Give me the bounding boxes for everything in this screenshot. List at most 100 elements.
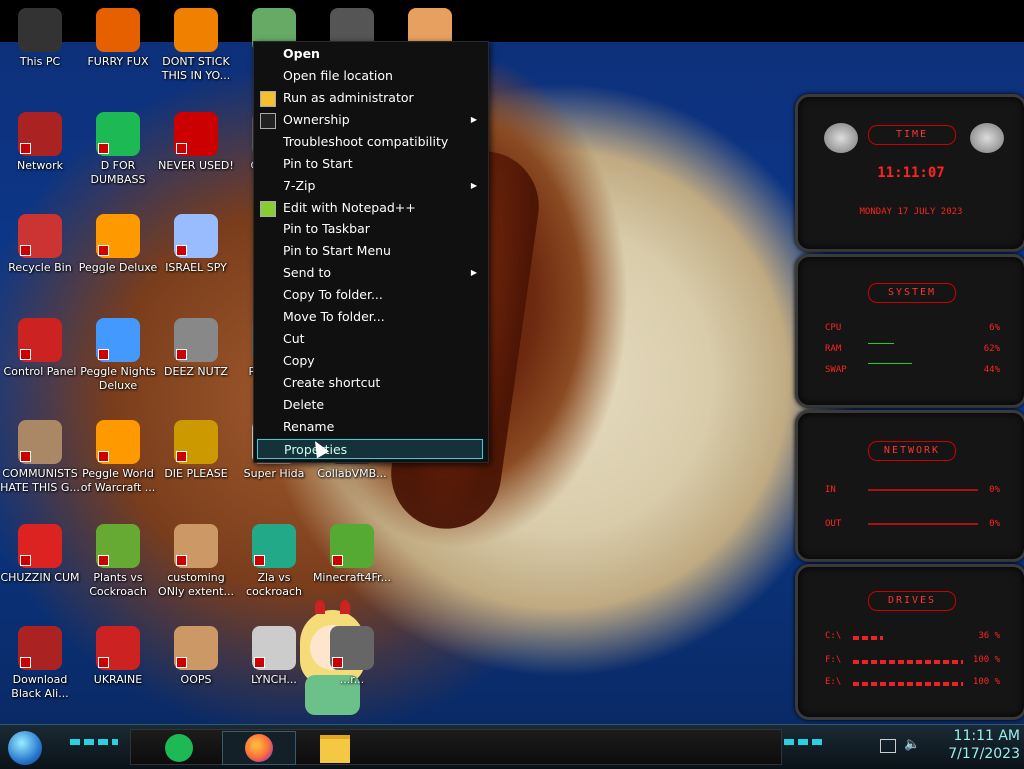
- desktop-icon-label: Download Black Ali...: [11, 673, 69, 700]
- menu-item-label: Edit with Notepad++: [283, 200, 416, 215]
- start-button[interactable]: [8, 731, 42, 765]
- menu-item-7-zip[interactable]: 7-Zip ▶: [257, 176, 483, 196]
- desktop-icon[interactable]: DEEZ NUTZ: [156, 318, 236, 379]
- menu-item-open-file-location[interactable]: Open file location: [257, 66, 483, 86]
- time-widget: TIME 11:11:07 MONDAY 17 JULY 2023: [795, 94, 1024, 252]
- menu-item-send-to[interactable]: Send to ▶: [257, 263, 483, 283]
- desktop-icon-label: ...r...: [339, 673, 365, 686]
- desktop-icon[interactable]: UKRAINE: [78, 626, 158, 687]
- portrait-icon: [174, 626, 218, 670]
- volume-icon[interactable]: 🔈: [904, 737, 920, 752]
- drive-e-bar: [853, 682, 963, 686]
- alienware-icon: [18, 112, 62, 156]
- shortcut-overlay-icon: [176, 451, 187, 462]
- menu-item-label: Open: [283, 46, 320, 61]
- menu-item-label: Delete: [283, 397, 325, 412]
- desktop-icon[interactable]: FURRY FUX: [78, 8, 158, 69]
- desktop-icon[interactable]: LYNCH...: [234, 626, 314, 687]
- drive-c-label: C:\: [825, 631, 842, 641]
- desktop-icon[interactable]: COMMUNISTS HATE THIS G...: [0, 420, 80, 495]
- desktop-icon-label: CollabVMB...: [317, 467, 387, 480]
- desktop-icon-label: Recycle Bin: [8, 261, 72, 274]
- desktop-icon[interactable]: Peggle Nights Deluxe: [78, 318, 158, 393]
- submenu-arrow-icon: ▶: [470, 115, 477, 124]
- desktop-icon[interactable]: CHUZZIN CUM: [0, 524, 80, 585]
- desktop-icon[interactable]: Peggle World of Warcraft ...: [78, 420, 158, 495]
- menu-item-copy[interactable]: Copy: [257, 351, 483, 371]
- desktop-icon[interactable]: Zla vs cockroach: [234, 524, 314, 599]
- network-tray-icon[interactable]: [880, 739, 896, 753]
- alien-head-icon: [824, 123, 858, 153]
- menu-item-label: Ownership: [283, 112, 350, 127]
- minecraft-icon: [330, 524, 374, 568]
- cpu-value: 6%: [989, 323, 1000, 333]
- shortcut-overlay-icon: [176, 143, 187, 154]
- plants-icon: [96, 524, 140, 568]
- desktop-icon[interactable]: ISRAEL SPY: [156, 214, 236, 275]
- firefox-icon: [245, 734, 273, 762]
- desktop-icon[interactable]: DIE PLEASE: [156, 420, 236, 481]
- desktop-icon[interactable]: Network: [0, 112, 80, 173]
- desktop-icon[interactable]: Control Panel: [0, 318, 80, 379]
- desktop-icon[interactable]: ...r...: [312, 626, 392, 687]
- clock[interactable]: 11:11 AM 7/17/2023: [930, 727, 1020, 763]
- context-menu: Open Open file location Run as administrat…: [253, 41, 489, 463]
- desktop-icon[interactable]: Peggle Deluxe: [78, 214, 158, 275]
- submenu-arrow-icon: ▶: [470, 268, 477, 277]
- shortcut-overlay-icon: [98, 555, 109, 566]
- alienware-icon: [18, 626, 62, 670]
- taskbar: 🔈 11:11 AM 7/17/2023: [0, 724, 1024, 769]
- menu-item-label: Create shortcut: [283, 375, 381, 390]
- menu-item-pin-to-start-menu[interactable]: Pin to Start Menu: [257, 241, 483, 261]
- desktop-icon-label: UKRAINE: [93, 673, 143, 686]
- firefox-taskbar-button[interactable]: [222, 731, 296, 765]
- shortcut-overlay-icon: [176, 349, 187, 360]
- desktop-icon-label: OOPS: [180, 673, 212, 686]
- menu-item-properties[interactable]: Properties: [257, 439, 483, 459]
- desktop-icon[interactable]: D FOR DUMBASS: [78, 112, 158, 187]
- swap-bar: [868, 363, 912, 364]
- taskbar-deco-left: [70, 739, 118, 745]
- desktop-icon[interactable]: Plants vs Cockroach: [78, 524, 158, 599]
- menu-item-pin-to-taskbar[interactable]: Pin to Taskbar: [257, 219, 483, 239]
- menu-item-ownership[interactable]: Ownership ▶: [257, 110, 483, 130]
- menu-item-create-shortcut[interactable]: Create shortcut: [257, 373, 483, 393]
- menu-item-pin-to-start[interactable]: Pin to Start: [257, 154, 483, 174]
- menu-item-troubleshoot-compatibility[interactable]: Troubleshoot compatibility: [257, 132, 483, 152]
- desktop-icon[interactable]: NEVER USED!: [156, 112, 236, 173]
- menu-item-label: Move To folder...: [283, 309, 385, 324]
- desktop-icon[interactable]: Recycle Bin: [0, 214, 80, 275]
- menu-item-copy-to-folder[interactable]: Copy To folder...: [257, 285, 483, 305]
- menu-item-run-as-administrator[interactable]: Run as administrator: [257, 88, 483, 108]
- menu-item-cut[interactable]: Cut: [257, 329, 483, 349]
- menu-item-label: 7-Zip: [283, 178, 316, 193]
- menu-item-delete[interactable]: Delete: [257, 395, 483, 415]
- desktop-icon[interactable]: DONT STICK THIS IN YO...: [156, 8, 236, 83]
- menu-item-rename[interactable]: Rename: [257, 417, 483, 437]
- desktop-icon[interactable]: Download Black Ali...: [0, 626, 80, 701]
- drive-e-label: E:\: [825, 677, 842, 687]
- desktop-icon[interactable]: Minecraft4Fr...: [312, 524, 392, 585]
- shortcut-overlay-icon: [98, 349, 109, 360]
- desktop-icon-label: FURRY FUX: [87, 55, 149, 68]
- file-explorer-taskbar-button[interactable]: [318, 733, 352, 763]
- spotify-taskbar-button[interactable]: [162, 733, 196, 763]
- shortcut-overlay-icon: [176, 657, 187, 668]
- drive-f-value: 100 %: [972, 655, 1000, 665]
- desktop-icon-label: NEVER USED!: [158, 159, 234, 172]
- menu-item-move-to-folder[interactable]: Move To folder...: [257, 307, 483, 327]
- clock-date: 7/17/2023: [948, 746, 1020, 762]
- net-out-label: OUT: [825, 519, 842, 529]
- desktop-icon[interactable]: customing ONly extent...: [156, 524, 236, 599]
- desktop-icon[interactable]: OOPS: [156, 626, 236, 687]
- shortcut-overlay-icon: [20, 245, 31, 256]
- firefox-icon: [96, 8, 140, 52]
- menu-item-open[interactable]: Open: [257, 44, 483, 64]
- menu-item-label: Troubleshoot compatibility: [283, 134, 449, 149]
- recycle-bin-icon: [18, 214, 62, 258]
- clock-time: 11:11 AM: [953, 728, 1020, 744]
- drive-f-bar: [853, 660, 963, 664]
- desktop-icon[interactable]: This PC: [0, 8, 80, 69]
- menu-item-edit-with-notepad[interactable]: Edit with Notepad++: [257, 198, 483, 218]
- desktop[interactable]: This PC FURRY FUX DONT STICK THIS IN YO...…: [0, 0, 1024, 724]
